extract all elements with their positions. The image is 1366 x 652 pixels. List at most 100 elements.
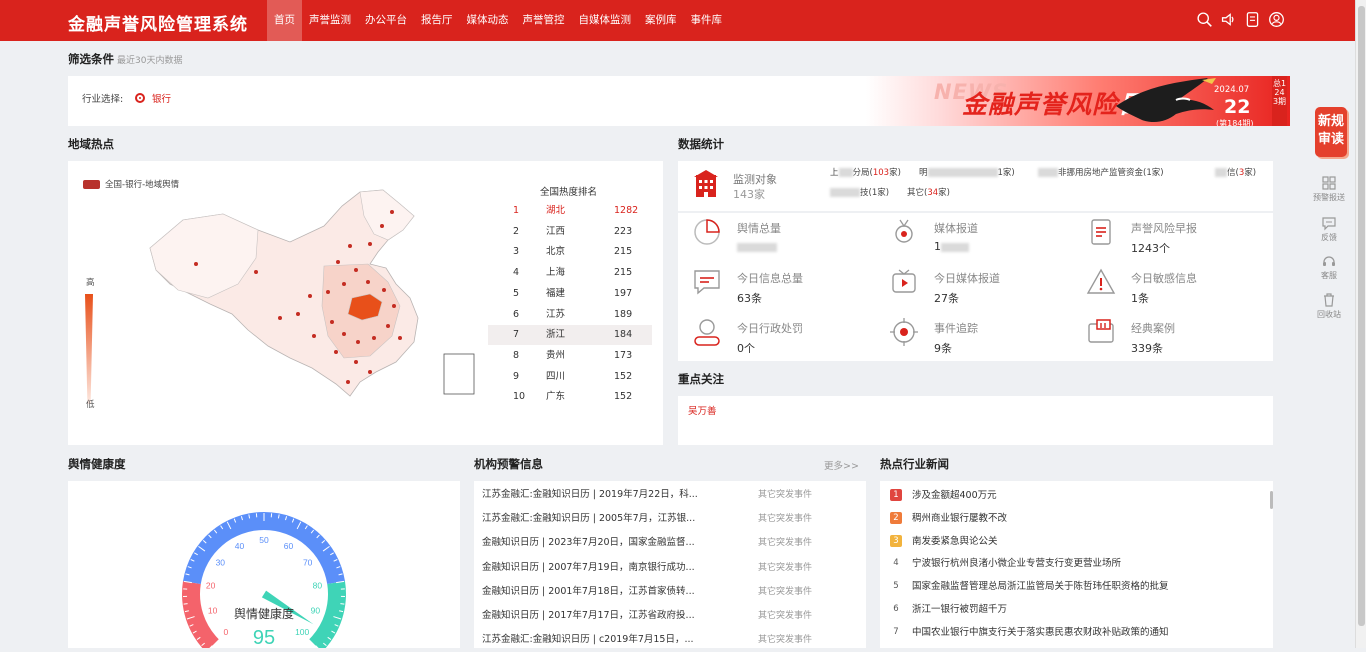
city-dot[interactable] bbox=[368, 242, 372, 246]
ranking-row[interactable]: 4上海215 bbox=[488, 263, 652, 283]
news-row[interactable]: 3南发委紧急舆论公关 bbox=[890, 530, 1260, 553]
ranking-row[interactable]: 9四川152 bbox=[488, 367, 652, 387]
city-dot[interactable] bbox=[326, 290, 330, 294]
china-heat-map[interactable] bbox=[138, 186, 488, 401]
ranking-row[interactable]: 1湖北1282 bbox=[488, 201, 652, 221]
stat-card[interactable]: 媒体报道1 bbox=[875, 213, 1065, 258]
nav-item[interactable]: 办公平台 bbox=[358, 0, 414, 41]
city-dot[interactable] bbox=[308, 294, 312, 298]
ranking-row[interactable]: 2江西223 bbox=[488, 222, 652, 242]
hot-news-panel: 1涉及金额超400万元2稠州商业银行屡教不改3南发委紧急舆论公关4宁波银行杭州良… bbox=[880, 481, 1273, 648]
org-item[interactable]: 上分局(103家) bbox=[830, 166, 901, 178]
city-dot[interactable] bbox=[342, 332, 346, 336]
daily-report-banner[interactable]: NEWS 金融声誉风险日报 2024.07 22 (第184期) bbox=[866, 76, 1290, 126]
city-dot[interactable] bbox=[336, 260, 340, 264]
legend-swatch[interactable] bbox=[83, 180, 100, 189]
city-dot[interactable] bbox=[382, 288, 386, 292]
health-gauge[interactable]: 0102030405060708090100舆情健康度95 bbox=[68, 481, 460, 648]
ranking-row[interactable]: 6江苏189 bbox=[488, 305, 652, 325]
warning-row[interactable]: 金融知识日历 | 2017年7月17日，江苏省政府投...其它突发事件 bbox=[482, 604, 862, 628]
scrollbar-thumb[interactable] bbox=[1358, 6, 1365, 626]
city-dot[interactable] bbox=[372, 336, 376, 340]
org-item[interactable]: 信(3家) bbox=[1215, 166, 1256, 178]
news-row[interactable]: 7中国农业银行中旗支行关于落实惠民惠农财政补贴政策的通知 bbox=[890, 621, 1260, 644]
news-row[interactable]: 1涉及金额超400万元 bbox=[890, 484, 1260, 507]
warning-row[interactable]: 江苏金融汇:金融知识日历 | 2005年7月，江苏银...其它突发事件 bbox=[482, 507, 862, 531]
city-dot[interactable] bbox=[386, 324, 390, 328]
nav-item[interactable]: 案例库 bbox=[638, 0, 684, 41]
industry-radio-label[interactable]: 银行 bbox=[152, 91, 171, 105]
warning-row[interactable]: 金融知识日历 | 2007年7月19日，南京银行成功...其它突发事件 bbox=[482, 556, 862, 580]
search-icon[interactable] bbox=[1196, 11, 1213, 31]
city-dot[interactable] bbox=[194, 262, 198, 266]
city-dot[interactable] bbox=[296, 312, 300, 316]
city-dot[interactable] bbox=[278, 316, 282, 320]
ranking-row[interactable]: 10广东152 bbox=[488, 387, 652, 407]
stat-card[interactable]: 舆情总量 bbox=[678, 213, 868, 258]
stat-card[interactable]: 事件追踪9条 bbox=[875, 313, 1065, 358]
city-dot[interactable] bbox=[390, 210, 394, 214]
city-dot[interactable] bbox=[354, 360, 358, 364]
stat-card[interactable]: 声誉风险早报1243个 bbox=[1072, 213, 1262, 258]
nav-item[interactable]: 事件库 bbox=[684, 0, 730, 41]
message-icon[interactable] bbox=[1244, 11, 1261, 31]
south-sea-inset bbox=[444, 354, 474, 394]
industry-radio-bank[interactable] bbox=[135, 93, 145, 103]
stat-card[interactable]: 今日行政处罚0个 bbox=[678, 313, 868, 358]
ranking-row[interactable]: 7浙江184 bbox=[488, 325, 652, 345]
city-dot[interactable] bbox=[354, 268, 358, 272]
ranking-row[interactable]: 3北京215 bbox=[488, 242, 652, 262]
news-row[interactable]: 4宁波银行杭州良渚小微企业专营支行变更营业场所 bbox=[890, 552, 1260, 575]
rank-value: 1282 bbox=[614, 201, 638, 221]
city-dot[interactable] bbox=[342, 282, 346, 286]
warning-row[interactable]: 江苏金融汇:金融知识日历 | 2019年7月22日，科...其它突发事件 bbox=[482, 483, 862, 507]
city-dot[interactable] bbox=[312, 334, 316, 338]
page-scrollbar[interactable] bbox=[1355, 0, 1366, 648]
news-row[interactable]: 6浙江一银行被罚超千万 bbox=[890, 598, 1260, 621]
warning-row[interactable]: 金融知识日历 | 2001年7月18日，江苏首家债转...其它突发事件 bbox=[482, 580, 862, 604]
city-dot[interactable] bbox=[398, 336, 402, 340]
org-item[interactable]: 非挪用房地产监管资金(1家) bbox=[1038, 166, 1164, 178]
ranking-row[interactable]: 8贵州173 bbox=[488, 346, 652, 366]
warning-row[interactable]: 金融知识日历 | 2023年7月20日，国家金融监督...其它突发事件 bbox=[482, 531, 862, 555]
city-dot[interactable] bbox=[330, 320, 334, 324]
side-item-service[interactable]: 客服 bbox=[1306, 253, 1352, 281]
ranking-row[interactable]: 5福建197 bbox=[488, 284, 652, 304]
stat-card[interactable]: 今日信息总量63条 bbox=[678, 263, 868, 308]
city-dot[interactable] bbox=[392, 304, 396, 308]
focus-tag[interactable]: 吴万善 bbox=[688, 403, 717, 417]
more-link[interactable]: 更多>> bbox=[824, 458, 859, 472]
nav-item[interactable]: 声誉管控 bbox=[516, 0, 572, 41]
nav-item[interactable]: 自媒体监测 bbox=[572, 0, 639, 41]
warning-row[interactable]: 江苏金融汇:金融知识日历 | c2019年7月15日，...其它突发事件 bbox=[482, 628, 862, 652]
side-item-feedback[interactable]: 反馈 bbox=[1306, 215, 1352, 243]
nav-item[interactable]: 声誉监测 bbox=[302, 0, 358, 41]
city-dot[interactable] bbox=[356, 340, 360, 344]
rank-number: 6 bbox=[513, 305, 519, 325]
nav-item[interactable]: 媒体动态 bbox=[460, 0, 516, 41]
org-item[interactable]: 明1家) bbox=[919, 166, 1015, 178]
heat-scale-bar[interactable] bbox=[85, 294, 93, 404]
stat-card[interactable]: 今日媒体报道27条 bbox=[875, 263, 1065, 308]
nav-item[interactable]: 首页 bbox=[267, 0, 302, 41]
new-regulation-badge[interactable]: 新规审读 bbox=[1315, 107, 1347, 157]
city-dot[interactable] bbox=[380, 224, 384, 228]
side-item-alert-report[interactable]: 预警报送 bbox=[1306, 175, 1352, 203]
nav-item[interactable]: 报告厅 bbox=[414, 0, 460, 41]
org-item[interactable]: 其它(34家) bbox=[907, 186, 950, 198]
stat-card[interactable]: 经典案例339条 bbox=[1072, 313, 1262, 358]
user-icon[interactable] bbox=[1268, 11, 1285, 31]
city-dot[interactable] bbox=[346, 380, 350, 384]
side-item-recycle-bin[interactable]: 回收站 bbox=[1306, 292, 1352, 320]
city-dot[interactable] bbox=[254, 270, 258, 274]
city-dot[interactable] bbox=[368, 370, 372, 374]
news-row[interactable]: 5国家金融监督管理总局浙江监管局关于陈哲玮任职资格的批复 bbox=[890, 575, 1260, 598]
news-row[interactable]: 2稠州商业银行屡教不改 bbox=[890, 507, 1260, 530]
volume-icon[interactable] bbox=[1220, 11, 1237, 31]
org-item[interactable]: 技(1家) bbox=[830, 186, 889, 198]
city-dot[interactable] bbox=[348, 244, 352, 248]
stat-card[interactable]: 今日敏感信息1条 bbox=[1072, 263, 1262, 308]
city-dot[interactable] bbox=[366, 280, 370, 284]
news-scrollbar[interactable] bbox=[1270, 491, 1273, 509]
city-dot[interactable] bbox=[334, 350, 338, 354]
